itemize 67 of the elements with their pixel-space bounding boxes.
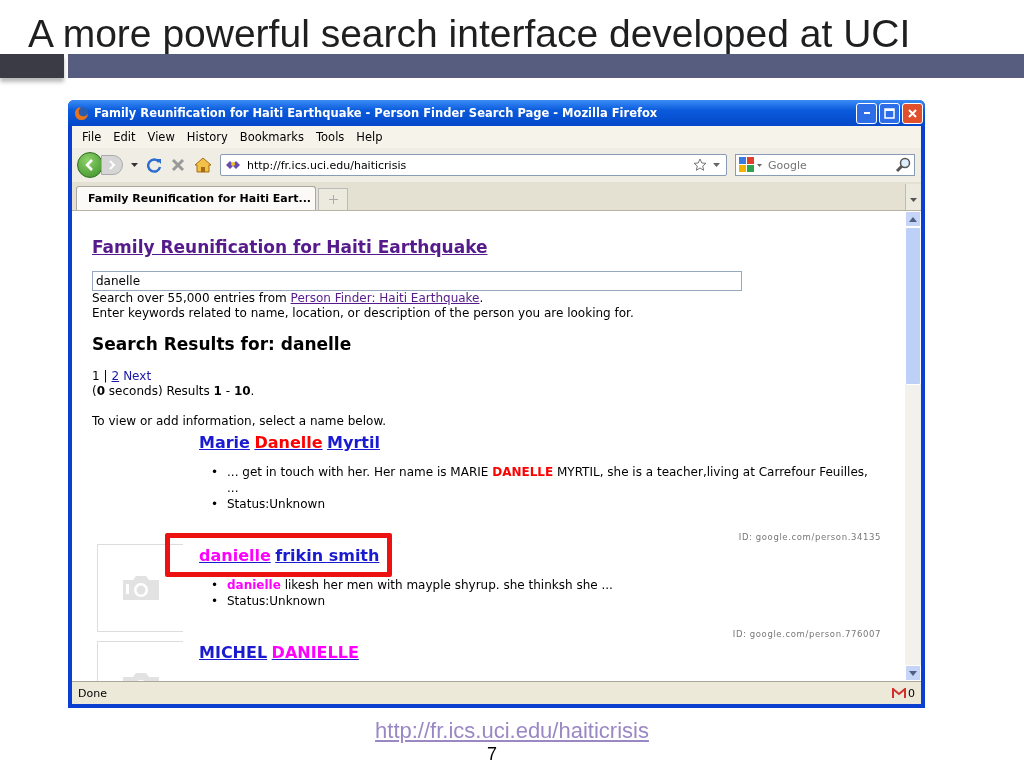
close-button[interactable] [902, 102, 923, 124]
close-icon [908, 108, 917, 118]
page-number: 7 [487, 744, 497, 765]
bullet-text: • [211, 464, 220, 481]
instruction-text: To view or add information, select a name below. [92, 414, 387, 429]
reload-icon[interactable] [146, 157, 162, 173]
header-bar [0, 54, 64, 78]
mail-icon[interactable] [892, 687, 906, 699]
bullet-text: • [211, 496, 220, 512]
bullet-text: • [211, 593, 220, 609]
site-icon [225, 159, 241, 171]
minimize-button[interactable] [856, 102, 877, 124]
menu-item[interactable]: File [76, 128, 108, 146]
menu-item[interactable]: History [180, 128, 234, 146]
slide-title: A more powerful search interface developed at UCI [27, 11, 912, 54]
menu-item[interactable]: Bookmarks [233, 128, 310, 146]
star-icon[interactable] [693, 158, 707, 172]
maximize-button[interactable] [879, 102, 900, 124]
mail-count: 0 [908, 686, 915, 700]
person-finder-link[interactable]: Person Finder: Haiti Earthquake [290, 291, 480, 305]
hint-text: Enter keywords related to name, location, or description of the person you are looking for. [92, 306, 635, 321]
status-text: Status:Unknown [227, 593, 326, 609]
result-name-link[interactable]: danielle frikin smith [199, 546, 380, 565]
browser-logo-icon [74, 105, 89, 121]
tab-list-button[interactable] [905, 184, 921, 210]
plus-icon [328, 195, 338, 204]
caret-icon [910, 197, 917, 202]
stop-icon[interactable] [170, 157, 186, 173]
caret-icon[interactable] [131, 163, 138, 167]
maximize-icon [884, 107, 895, 119]
result-name-link[interactable]: MICHEL DANIELLE [199, 643, 359, 662]
camera-icon [120, 575, 161, 601]
bullet-text: • [211, 577, 220, 593]
forward-button[interactable] [101, 155, 123, 175]
minimize-icon [863, 112, 870, 114]
record-id: ID: google.com/person.776007 [732, 629, 881, 639]
address-field[interactable]: http://fr.ics.uci.edu/haiticrisis [220, 154, 727, 176]
current-page: 1 | [92, 369, 108, 384]
record-id: ID: google.com/person.34135 [738, 532, 881, 542]
result-name-link[interactable]: Marie Danelle Myrtil [199, 433, 380, 452]
status-bar-text: Done [78, 686, 108, 700]
home-icon[interactable] [194, 157, 212, 173]
menu-item[interactable]: Help [350, 128, 389, 146]
search-bar[interactable]: Google [735, 154, 915, 176]
down-arrow-icon[interactable] [909, 670, 917, 676]
next-link[interactable]: Next [123, 369, 152, 384]
info-text: Search over 55,000 entries from [92, 291, 287, 305]
window-title: Family Reunification for Haiti Earthquake - Person Finder Search Page - Mozilla Firefox [94, 106, 659, 120]
snippet-text: ... get in touch with her. Her name is MARIE DANELLE MYRTIL, she is a teacher,living at Carrefour Feuilles, ... [227, 464, 869, 496]
search-input[interactable]: danelle [92, 271, 742, 291]
results-heading: Search Results for: danelle [92, 334, 353, 354]
menu-item[interactable]: Edit [107, 128, 142, 146]
page-heading-link[interactable]: Family Reunification for Haiti Earthquake [92, 237, 905, 257]
search-engine-icon[interactable] [739, 157, 763, 173]
period-text: . [479, 291, 484, 305]
snippet-text: danielle likesh her men with mayple shyrup. she thinksh she ... [227, 577, 614, 593]
menu-item[interactable]: Tools [310, 128, 351, 146]
back-button[interactable] [77, 152, 103, 178]
up-arrow-icon[interactable] [909, 216, 917, 222]
page-link[interactable]: 2 [111, 369, 120, 384]
status-text: Status:Unknown [227, 496, 326, 512]
stats-text: (0 seconds) Results 1 - 10. [92, 384, 256, 399]
caret-icon[interactable] [713, 163, 720, 167]
search-icon[interactable] [895, 157, 911, 173]
menu-item[interactable]: View [141, 128, 181, 146]
browser-tab[interactable]: Family Reunification for Haiti Eart... [76, 186, 316, 210]
scrollbar[interactable] [905, 211, 921, 681]
